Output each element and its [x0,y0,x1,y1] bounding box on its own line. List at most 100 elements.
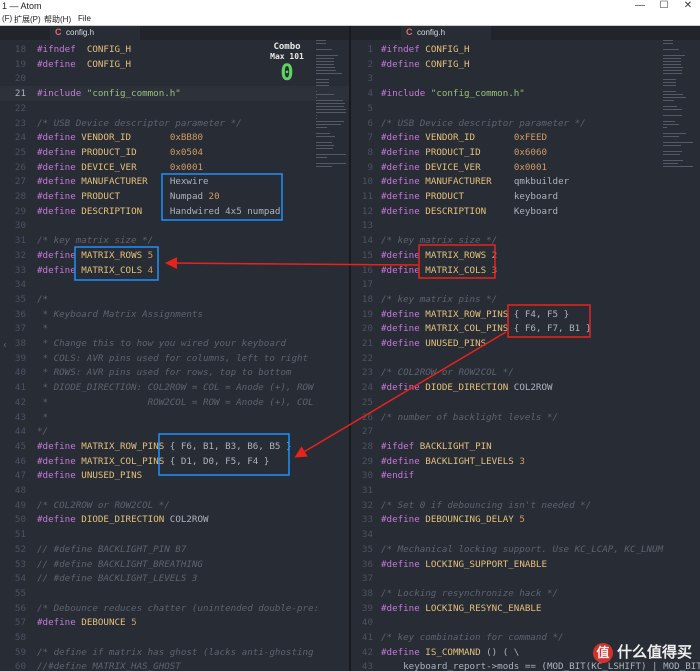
code-line[interactable]: 30 [0,218,349,233]
code-line[interactable]: 27 [351,424,700,439]
code-line[interactable]: 19 #define MATRIX_ROW_PINS { F4, F5 } [351,307,700,322]
code-line[interactable]: 50 #define DIODE_DIRECTION COL2ROW [0,512,349,527]
minimap-line [663,61,681,62]
code-line[interactable]: 15 #define MATRIX_ROWS 2 [351,248,700,263]
code-line[interactable]: 48 [0,483,349,498]
close-button[interactable]: ✕ [678,0,698,11]
code-line[interactable]: 13 [351,218,700,233]
code-line[interactable]: 28 #ifdef BACKLIGHT_PIN [351,439,700,454]
code-line[interactable]: 26 /* number of backlight levels */ [351,410,700,425]
code-line[interactable]: 51 [0,527,349,542]
left-minimap[interactable] [316,40,348,220]
code-line[interactable]: 58 [0,630,349,645]
code-line[interactable]: 23 /* COL2ROW or ROW2COL */ [351,365,700,380]
code-line[interactable]: 18 /* key matrix pins */ [351,292,700,307]
code-line[interactable]: 57 #define DEBOUNCE 5 [0,615,349,630]
code-line[interactable]: 4 #include "config_common.h" [351,86,700,101]
code-text: #define DEBOUNCING_DELAY 5 [381,514,525,526]
code-line[interactable]: 6 /* USB Device descriptor parameter */ [351,116,700,131]
code-line[interactable]: 37 * [0,321,349,336]
left-editor-pane[interactable]: C config.h 18 #ifndef CONFIG_H 19 #define C… [0,26,349,671]
code-text: #define UNUSED_PINS [381,338,487,349]
minimap-line [663,43,673,44]
code-text: * Keyboard Matrix Assignments [37,308,203,320]
code-line[interactable]: 32 #define MATRIX_ROWS 5 [0,248,349,263]
code-line[interactable]: 30 #endif [351,468,700,483]
menu-item-file[interactable]: File [78,14,91,23]
code-line[interactable]: 26 #define DEVICE_VER 0x0001 [0,160,349,175]
code-line[interactable]: 16 #define MATRIX_COLS 3 [351,263,700,278]
code-line[interactable]: 43 * [0,410,349,425]
code-line[interactable]: 49 /* COL2ROW or ROW2COL */ [0,498,349,513]
code-line[interactable]: 60 //#define MATRIX_HAS_GHOST [0,659,349,671]
tab-right-config-h[interactable]: C config.h [401,26,491,40]
code-line[interactable]: 39 #define LOCKING_RESYNC_ENABLE [351,601,700,616]
code-line[interactable]: 40 [351,615,700,630]
right-minimap[interactable] [663,40,695,220]
chevron-left-icon[interactable]: ‹ [2,340,8,351]
code-line[interactable]: 59 /* define if matrix has ghost (lacks a… [0,645,349,660]
code-line[interactable]: 17 [351,277,700,292]
code-line[interactable]: 25 #define PRODUCT_ID 0x0504 [0,145,349,160]
right-editor-pane[interactable]: C config.h 1 #ifndef CONFIG_H 2 #define CON… [351,26,700,671]
code-line[interactable]: 53 // #define BACKLIGHT_BREATHING [0,557,349,572]
code-line[interactable]: 22 [351,351,700,366]
code-line[interactable]: 27 #define MANUFACTURER Hexwire [0,174,349,189]
code-line[interactable]: 20 #define MATRIX_COL_PINS { F6, F7, B1 } [351,321,700,336]
code-line[interactable]: 36 #define LOCKING_SUPPORT_ENABLE [351,557,700,572]
code-line[interactable]: 28 #define PRODUCT Numpad 20 [0,189,349,204]
code-line[interactable]: 40 * ROWS: AVR pins used for rows, top t… [0,365,349,380]
code-line[interactable]: 35 /* [0,292,349,307]
code-line[interactable]: 12 #define DESCRIPTION Keyboard [351,204,700,219]
code-line[interactable]: 21 #include "config_common.h" [0,86,349,102]
code-line[interactable]: 52 // #define BACKLIGHT_PIN B7 [0,542,349,557]
code-line[interactable]: 39 * COLS: AVR pins used for columns, le… [0,351,349,366]
code-line[interactable]: 33 #define MATRIX_COLS 4 [0,263,349,278]
tab-left-config-h[interactable]: C config.h [50,26,140,40]
code-line[interactable]: 2 #define CONFIG_H [351,57,700,72]
code-line[interactable]: 5 [351,101,700,116]
code-line[interactable]: 33 #define DEBOUNCING_DELAY 5 [351,512,700,527]
code-line[interactable]: 24 #define VENDOR_ID 0xBB80 [0,130,349,145]
code-line[interactable]: 31 /* key matrix size */ [0,233,349,248]
code-line[interactable]: 25 [351,395,700,410]
code-line[interactable]: 34 [0,277,349,292]
code-line[interactable]: 23 /* USB Device descriptor parameter */ [0,116,349,131]
code-line[interactable]: 45 #define MATRIX_ROW_PINS { F6, B1, B3, … [0,439,349,454]
code-line[interactable]: 29 #define BACKLIGHT_LEVELS 3 [351,454,700,469]
menu-item-f[interactable]: (F) [2,14,12,23]
maximize-button[interactable]: ☐ [654,0,674,11]
code-line[interactable]: 38 /* Locking resynchronize hack */ [351,586,700,601]
code-line[interactable]: 24 #define DIODE_DIRECTION COL2ROW [351,380,700,395]
code-line[interactable]: 21 #define UNUSED_PINS [351,336,700,351]
code-line[interactable]: 3 [351,71,700,86]
code-line[interactable]: 29 #define DESCRIPTION Handwired 4x5 nump… [0,204,349,219]
code-line[interactable]: 31 [351,483,700,498]
code-line[interactable]: 36 * Keyboard Matrix Assignments [0,307,349,322]
menu-item-packages[interactable]: 扩展(P) [14,14,41,25]
code-line[interactable]: 10 #define MANUFACTURER qmkbuilder [351,174,700,189]
code-line[interactable]: 1 #ifndef CONFIG_H [351,42,700,57]
code-line[interactable]: 7 #define VENDOR_ID 0xFEED [351,130,700,145]
code-line[interactable]: 56 /* Debounce reduces chatter (unintende… [0,601,349,616]
code-line[interactable]: 46 #define MATRIX_COL_PINS { D1, D0, F5, … [0,454,349,469]
code-line[interactable]: 41 * DIODE_DIRECTION: COL2ROW = COL = An… [0,380,349,395]
code-line[interactable]: 34 [351,527,700,542]
code-line[interactable]: 35 /* Mechanical locking support. Use KC_… [351,542,700,557]
minimize-button[interactable]: — [630,0,650,11]
code-line[interactable]: 38 * Change this to how you wired your k… [0,336,349,351]
code-line[interactable]: 47 #define UNUSED_PINS [0,468,349,483]
code-line[interactable]: 32 /* Set 0 if debouncing isn't needed */ [351,498,700,513]
code-line[interactable]: 55 [0,586,349,601]
code-line[interactable]: 11 #define PRODUCT keyboard [351,189,700,204]
menu-item-help[interactable]: 帮助(H) [44,14,71,25]
code-line[interactable]: 9 #define DEVICE_VER 0x0001 [351,160,700,175]
code-line[interactable]: 44 */ [0,424,349,439]
code-line[interactable]: 42 * ROW2COL = ROW = Anode (+), COL [0,395,349,410]
code-line[interactable]: 14 /* key matrix size */ [351,233,700,248]
code-line[interactable]: 22 [0,101,349,116]
code-line[interactable]: 54 // #define BACKLIGHT_LEVELS 3 [0,571,349,586]
code-line[interactable]: 37 [351,571,700,586]
code-text: #include "config_common.h" [381,88,525,100]
code-line[interactable]: 8 #define PRODUCT_ID 0x6060 [351,145,700,160]
